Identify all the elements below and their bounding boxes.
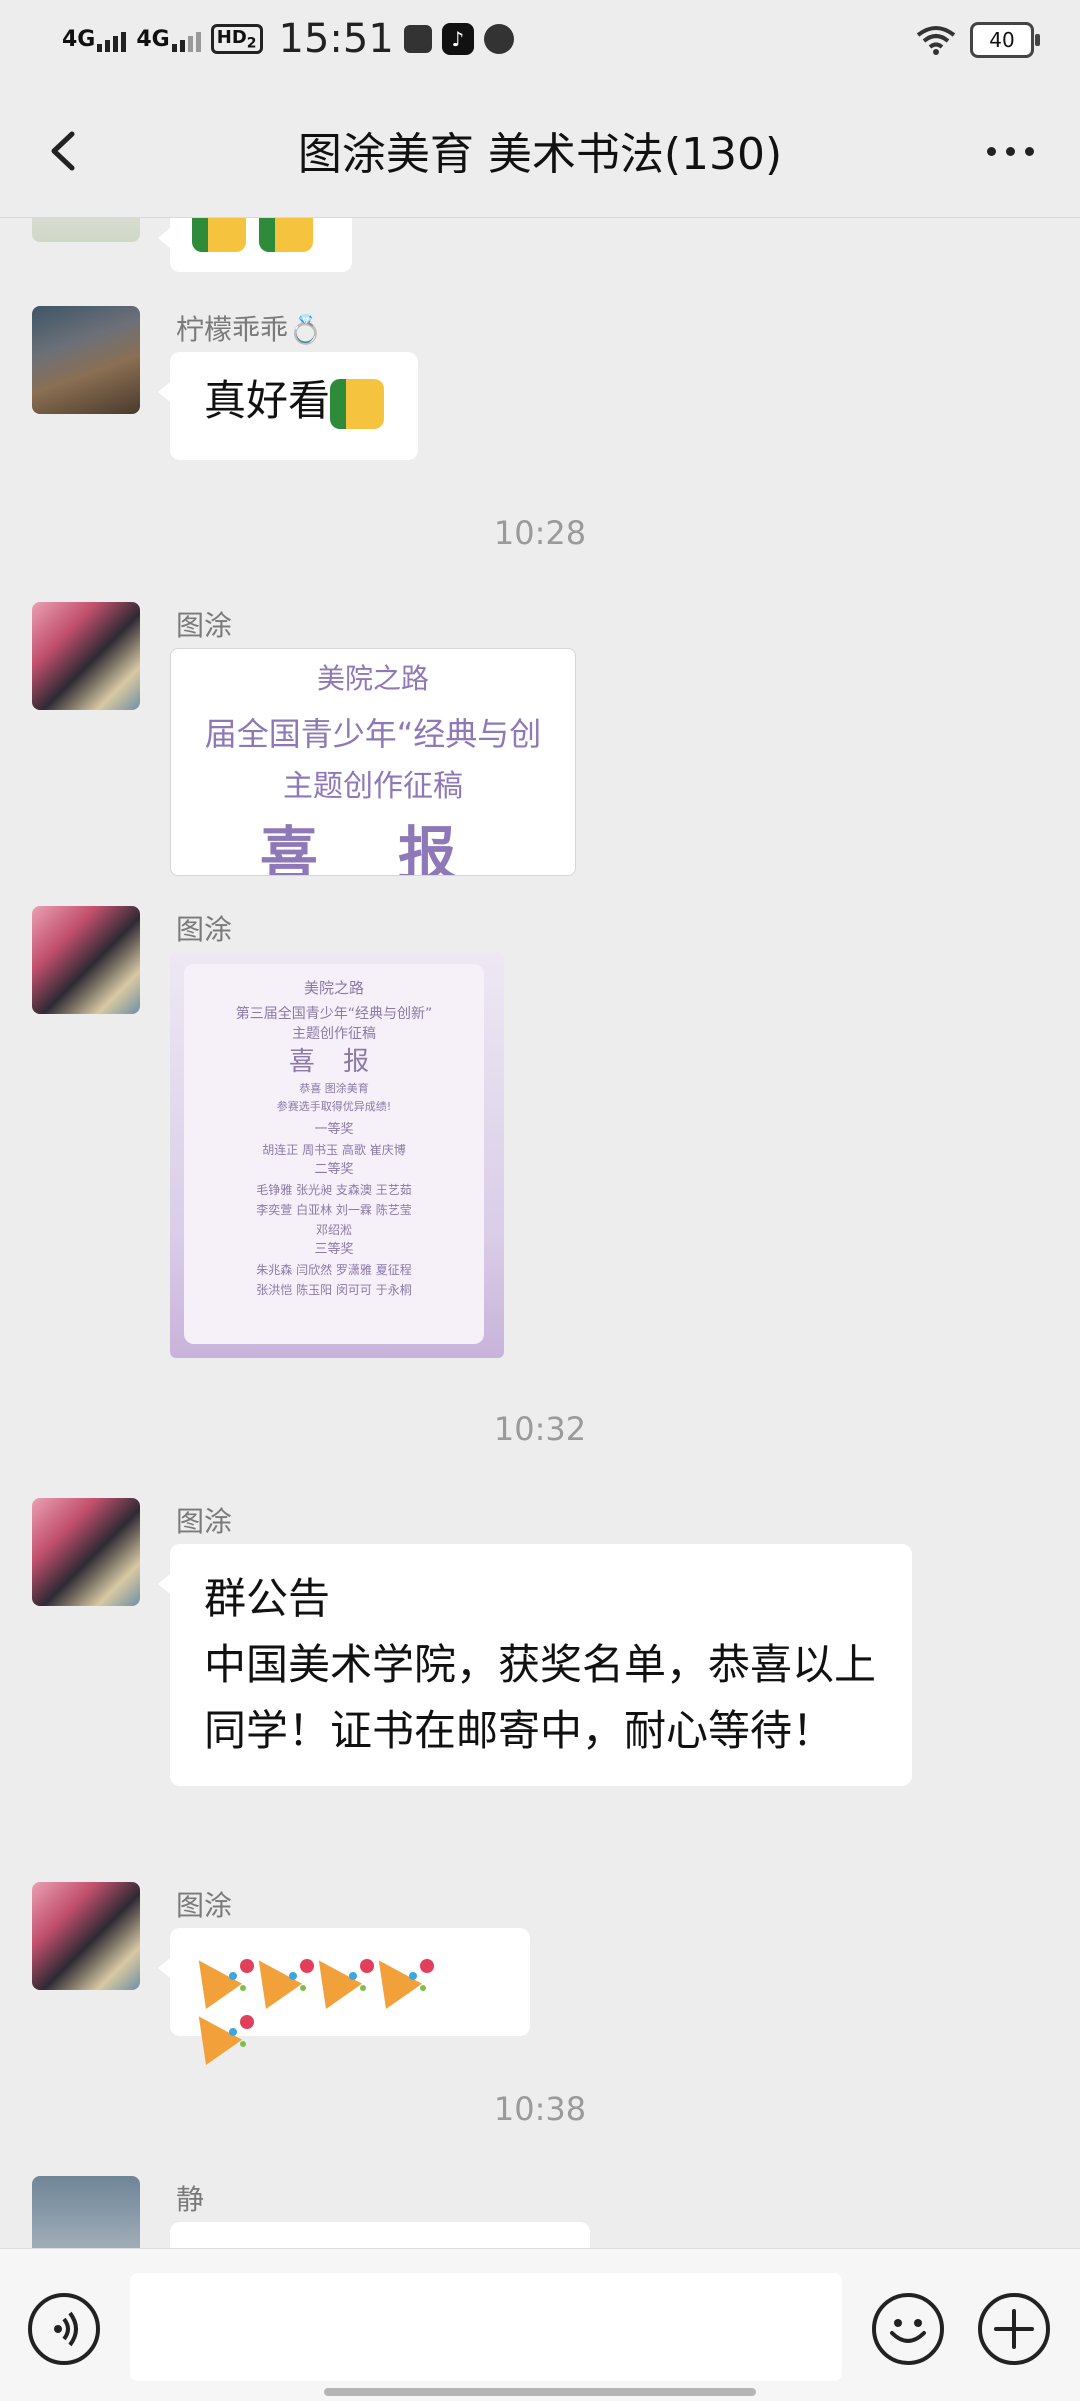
input-bar: [0, 2248, 1080, 2401]
home-indicator[interactable]: [324, 2388, 756, 2396]
plus-icon: [994, 2309, 1034, 2349]
chat-header: 图涂美育 美术书法(130): [0, 86, 1080, 218]
chat-message-list[interactable]: 柠檬乖乖💍 真好看 10:28 图涂 美院之路 届全国青少年“经典与创 主题创作…: [0, 218, 1080, 2248]
avatar[interactable]: [32, 218, 140, 242]
more-actions-button[interactable]: [978, 2293, 1050, 2365]
status-time: 15:51: [278, 16, 394, 62]
thumbs-up-icon: [259, 218, 314, 252]
poster-line: 恭喜 图涂美育: [299, 1082, 369, 1095]
message-bubble[interactable]: [158, 218, 352, 272]
wifi-icon: [916, 26, 956, 55]
message-bubble[interactable]: [170, 2222, 590, 2248]
message-text: 真好看: [204, 376, 331, 425]
speed-icon: [483, 24, 514, 54]
signal-bars-icon: [171, 30, 201, 52]
more-options-button[interactable]: [970, 116, 1050, 186]
avatar[interactable]: [32, 2176, 140, 2248]
thumbs-up-icon: [330, 378, 385, 429]
avatar[interactable]: [32, 1498, 140, 1606]
poster-line: 美院之路: [303, 979, 364, 997]
poster-line: 美院之路: [316, 662, 429, 695]
timestamp: 10:32: [493, 1410, 587, 1448]
emoji-button[interactable]: [872, 2293, 944, 2365]
signal-2: 4G: [136, 27, 201, 52]
poster-line: 喜 报: [288, 1047, 380, 1077]
poster-line: 主题创作征稿: [283, 769, 463, 804]
chat-title: 图涂美育 美术书法(130): [297, 129, 783, 180]
avatar[interactable]: [32, 906, 140, 1014]
voice-input-button[interactable]: [28, 2293, 100, 2365]
announcement-bubble[interactable]: 群公告 中国美术学院，获奖名单，恭喜以上同学！证书在邮寄中，耐心等待！: [158, 1544, 912, 1786]
poster-line: 朱兆森 闫欣然 罗潇雅 夏征程: [256, 1263, 412, 1277]
party-popper-icon: [384, 1957, 436, 2011]
avatar[interactable]: [32, 602, 140, 710]
image-message[interactable]: 美院之路 届全国青少年“经典与创 主题创作征稿 喜 报: [170, 648, 576, 876]
dot-icon: [1024, 146, 1034, 156]
party-popper-icon: [204, 2013, 256, 2067]
sender-name: 图涂: [176, 913, 233, 946]
poster-line: 届全国青少年“经典与创: [204, 715, 542, 753]
poster-line: 胡连正 周书玉 高歌 崔庆博: [262, 1143, 406, 1157]
poster-card: 美院之路 第三届全国青少年“经典与创新” 主题创作征稿 喜 报 恭喜 图涂美育 …: [184, 964, 484, 1344]
avatar[interactable]: [32, 306, 140, 414]
poster-line: 张洪恺 陈玉阳 闵可可 于永桐: [256, 1283, 412, 1297]
thumbs-up-icon: [192, 218, 246, 252]
announcement-title: 群公告: [204, 1574, 331, 1623]
poster-line: 邓绍淞: [315, 1223, 352, 1237]
sender-name: 静: [176, 2183, 205, 2216]
dot-icon: [1005, 146, 1015, 156]
announcement-body: 中国美术学院，获奖名单，恭喜以上同学！证书在邮寄中，耐心等待！: [204, 1640, 877, 1755]
poster-line: 参赛选手取得优异成绩!: [276, 1100, 392, 1113]
signal-1: 4G: [62, 27, 127, 52]
signal-bars-icon: [97, 30, 127, 52]
sender-name: 图涂: [176, 609, 233, 642]
poster-line: 李奕萱 白亚林 刘一霖 陈艺莹: [256, 1203, 412, 1217]
poster-line: 主题创作征稿: [292, 1026, 376, 1042]
notification-icon: [403, 25, 432, 53]
poster-line: 第三届全国青少年“经典与创新”: [235, 1006, 433, 1022]
sender-name: 图涂: [176, 1505, 233, 1538]
message-bubble[interactable]: [158, 1928, 530, 2036]
poster-line: 三等奖: [314, 1242, 354, 1257]
sender-name: 柠檬乖乖💍: [176, 313, 323, 346]
poster-line: 毛铮雅 张光昶 支森澳 王艺茹: [256, 1183, 412, 1197]
hd-voice-badge: HD2: [210, 23, 263, 55]
tiktok-icon: ♪: [441, 23, 474, 55]
voice-icon: [54, 2311, 78, 2347]
poster-line: 喜 报: [259, 820, 487, 876]
poster-line: 一等奖: [314, 1122, 354, 1137]
dot-icon: [986, 146, 996, 156]
timestamp: 10:28: [493, 514, 587, 552]
status-bar: 4G 4G HD2 15:51 ♪ 40: [0, 0, 1080, 86]
timestamp: 10:38: [493, 2090, 587, 2128]
image-message[interactable]: 美院之路 第三届全国青少年“经典与创新” 主题创作征稿 喜 报 恭喜 图涂美育 …: [170, 952, 504, 1358]
poster-line: 二等奖: [314, 1162, 354, 1177]
avatar[interactable]: [32, 1882, 140, 1990]
message-input[interactable]: [130, 2273, 842, 2381]
sender-name: 图涂: [176, 1889, 233, 1922]
message-bubble[interactable]: 真好看: [157, 352, 419, 460]
smiley-icon: [890, 2319, 926, 2343]
battery-indicator: 40: [970, 22, 1040, 58]
